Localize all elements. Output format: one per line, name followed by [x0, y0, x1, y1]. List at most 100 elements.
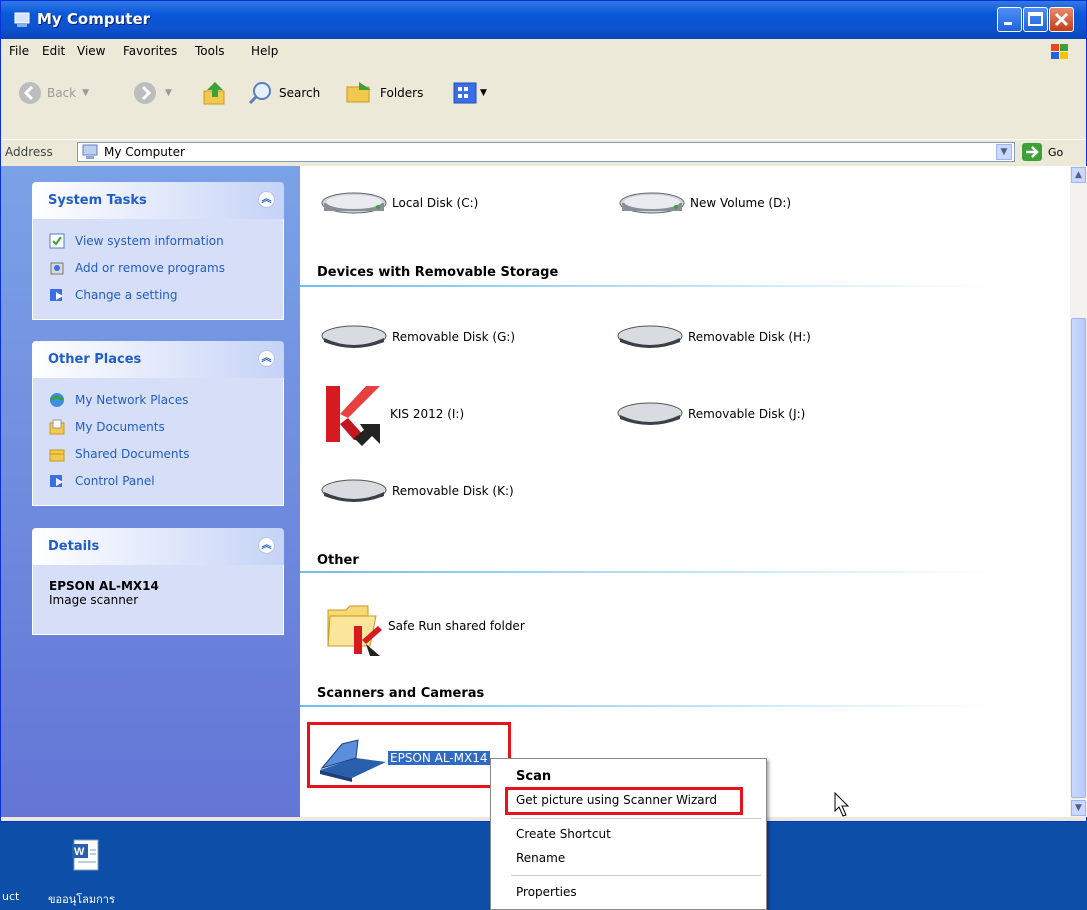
content-area: Local Disk (C:) New Volume (D:) Devices …: [300, 166, 1070, 817]
desktop-icon-label-fragment: uct: [2, 890, 20, 903]
system-tasks-panel: System Tasks ︽ View system information A…: [32, 182, 284, 320]
removable-disk-icon: [617, 325, 683, 348]
scroll-down-button[interactable]: ▼: [1071, 800, 1086, 816]
group-divider: [300, 705, 1070, 707]
my-computer-small-icon: [82, 144, 98, 159]
search-icon: [248, 82, 271, 105]
my-documents-link[interactable]: My Documents: [49, 413, 283, 440]
shared-documents-link[interactable]: Shared Documents: [49, 440, 283, 467]
my-documents-icon: [49, 419, 65, 434]
safe-run-shared-folder[interactable]: Safe Run shared folder: [324, 596, 525, 656]
svg-text:W: W: [74, 846, 85, 858]
up-folder-icon: [203, 82, 225, 105]
go-button[interactable]: Go: [1021, 142, 1063, 162]
drive-g[interactable]: Removable Disk (G:): [320, 322, 515, 352]
details-item-type: Image scanner: [49, 593, 139, 607]
details-panel: Details ︽ EPSON AL-MX14 Image scanner: [32, 528, 284, 635]
address-bar: Address My Computer ▼ Go: [1, 139, 1086, 167]
forward-button[interactable]: ▼: [133, 78, 172, 108]
details-item-name: EPSON AL-MX14: [49, 579, 159, 593]
vertical-scrollbar[interactable]: ▲ ▼: [1070, 166, 1087, 817]
group-header-other: Other: [317, 553, 359, 568]
kaspersky-icon: [326, 386, 380, 446]
menu-tools[interactable]: Tools: [195, 44, 225, 58]
drive-c[interactable]: Local Disk (C:): [320, 188, 478, 218]
hard-disk-icon: [619, 192, 685, 214]
control-panel-link[interactable]: Control Panel: [49, 467, 283, 494]
folders-icon: [346, 82, 371, 103]
window-title: My Computer: [37, 10, 151, 28]
menu-separator: [511, 818, 761, 819]
group-header-removable: Devices with Removable Storage: [317, 265, 559, 280]
add-remove-programs-link[interactable]: Add or remove programs: [49, 254, 283, 281]
context-item-create-shortcut[interactable]: Create Shortcut: [516, 827, 611, 841]
address-dropdown-button[interactable]: ▼: [996, 144, 1012, 160]
scroll-up-button[interactable]: ▲: [1071, 167, 1086, 183]
drive-j[interactable]: Removable Disk (J:): [616, 399, 805, 429]
control-panel-icon: [50, 288, 63, 301]
close-button[interactable]: [1049, 7, 1074, 32]
menu-favorites[interactable]: Favorites: [123, 44, 177, 58]
system-tasks-header[interactable]: System Tasks ︽: [32, 182, 284, 219]
address-field[interactable]: My Computer ▼: [77, 142, 1015, 162]
back-button[interactable]: Back ▼: [18, 78, 89, 108]
removable-disk-icon: [321, 325, 387, 348]
maximize-icon: [1028, 12, 1043, 26]
system-info-icon: [49, 233, 65, 248]
go-arrow-icon: [1022, 143, 1042, 161]
menu-edit[interactable]: Edit: [42, 44, 65, 58]
context-item-scan[interactable]: Scan: [516, 769, 551, 784]
back-arrow-icon: [19, 82, 41, 104]
removable-disk-icon: [321, 479, 387, 502]
collapse-chevron-icon[interactable]: ︽: [258, 350, 275, 367]
group-divider: [300, 285, 1070, 287]
mouse-cursor-icon: [834, 792, 850, 817]
views-grid-icon: [453, 82, 477, 104]
other-places-panel: Other Places ︽ My Network Places My Docu…: [32, 341, 284, 506]
context-item-rename[interactable]: Rename: [516, 851, 565, 865]
desktop-icon-label[interactable]: ขออนุโลมการ: [48, 890, 115, 908]
menu-file[interactable]: File: [9, 44, 29, 58]
menu-help[interactable]: Help: [251, 44, 278, 58]
other-places-header[interactable]: Other Places ︽: [32, 341, 284, 378]
removable-disk-icon: [617, 402, 683, 425]
drive-i-kis[interactable]: KIS 2012 (I:): [322, 380, 464, 448]
scroll-thumb[interactable]: [1071, 318, 1086, 798]
menu-bar: File Edit View Favorites Tools Help: [1, 39, 1086, 66]
word-document-icon[interactable]: W: [70, 838, 104, 874]
safe-run-folder-icon: [327, 605, 382, 656]
drive-k[interactable]: Removable Disk (K:): [320, 476, 514, 506]
views-dropdown-icon: ▼: [480, 88, 487, 98]
back-dropdown-icon: ▼: [82, 88, 90, 98]
control-panel-icon: [50, 474, 63, 487]
forward-arrow-icon: [134, 82, 156, 104]
close-icon: [1054, 12, 1069, 27]
maximize-button[interactable]: [1023, 7, 1048, 32]
drive-d[interactable]: New Volume (D:): [618, 188, 791, 218]
up-folder-button[interactable]: [201, 78, 229, 108]
search-button[interactable]: Search: [247, 78, 320, 108]
drive-h[interactable]: Removable Disk (H:): [616, 322, 811, 352]
my-computer-icon: [14, 12, 30, 27]
context-item-properties[interactable]: Properties: [516, 885, 577, 899]
folders-button[interactable]: Folders: [345, 78, 423, 108]
menu-separator: [511, 875, 761, 876]
minimize-icon: [1004, 22, 1012, 25]
add-remove-programs-icon: [50, 262, 64, 274]
scanner-highlight-box: [307, 722, 511, 788]
menu-view[interactable]: View: [77, 44, 105, 58]
toolbar: Back ▼ ▼ Search Folders ▼: [1, 65, 1086, 139]
collapse-chevron-icon[interactable]: ︽: [258, 537, 275, 554]
minimize-button[interactable]: [997, 7, 1022, 32]
my-network-places-link[interactable]: My Network Places: [49, 386, 283, 413]
details-header[interactable]: Details ︽: [32, 528, 284, 565]
title-bar[interactable]: My Computer: [1, 1, 1086, 39]
change-a-setting-link[interactable]: Change a setting: [49, 281, 283, 308]
shared-documents-icon: [49, 449, 65, 461]
task-pane: System Tasks ︽ View system information A…: [1, 166, 300, 817]
view-system-information-link[interactable]: View system information: [49, 227, 283, 254]
address-label: Address: [5, 145, 53, 159]
views-button[interactable]: ▼: [453, 78, 487, 108]
hard-disk-icon: [321, 192, 387, 214]
collapse-chevron-icon[interactable]: ︽: [258, 191, 275, 208]
